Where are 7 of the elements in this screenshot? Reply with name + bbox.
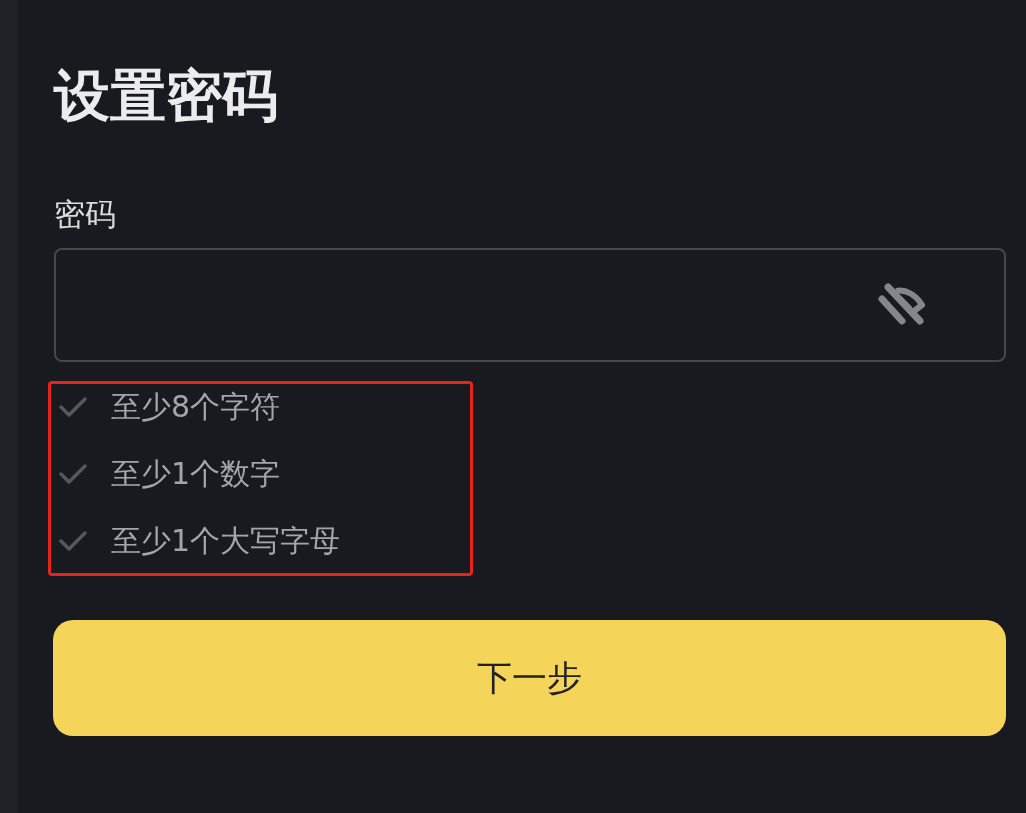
password-label: 密码 xyxy=(54,196,116,234)
requirement-text: 至少8个字符 xyxy=(111,389,281,426)
next-button[interactable]: 下一步 xyxy=(53,620,1006,737)
requirement-text: 至少1个数字 xyxy=(111,456,281,493)
requirement-text: 至少1个大写字母 xyxy=(111,523,341,560)
page-title: 设置密码 xyxy=(54,62,278,130)
password-field[interactable] xyxy=(54,248,1006,363)
